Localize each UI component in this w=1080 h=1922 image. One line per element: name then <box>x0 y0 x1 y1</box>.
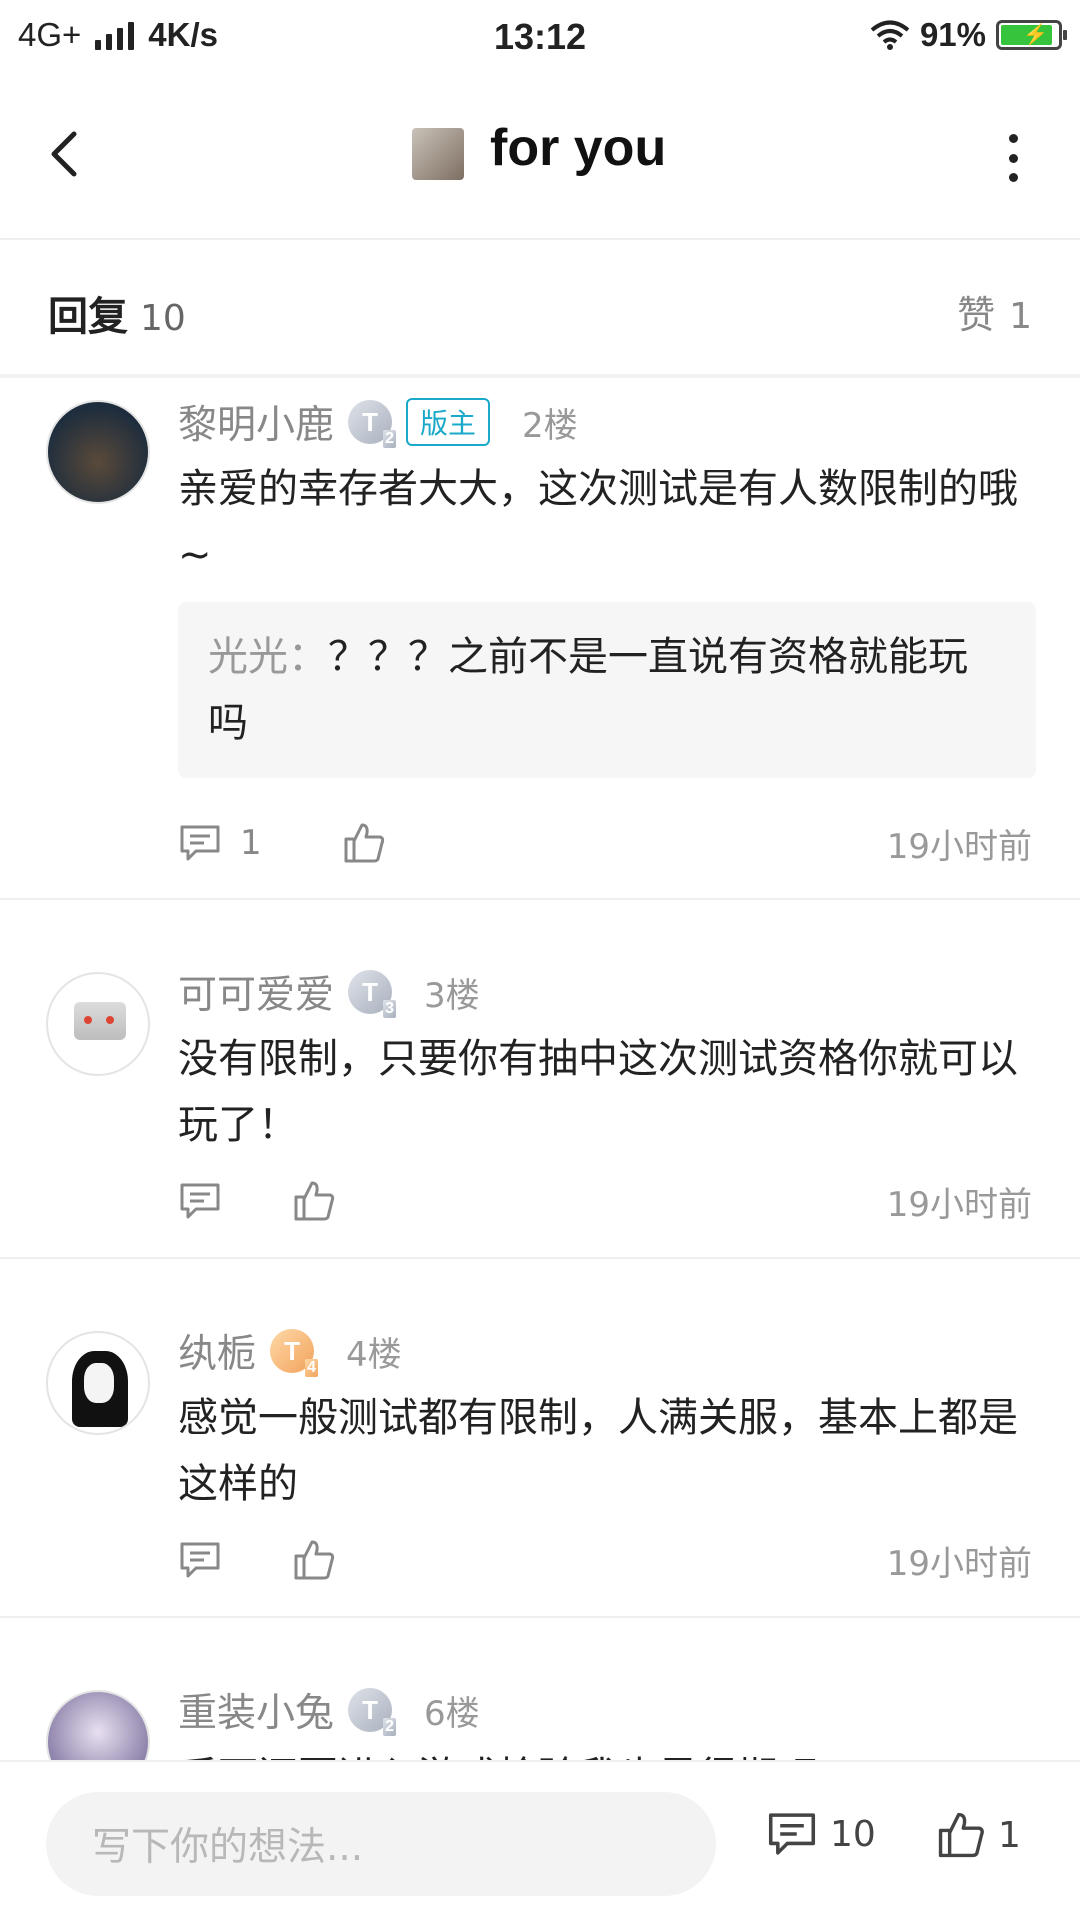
more-icon <box>1008 134 1018 143</box>
author-avatar[interactable] <box>412 128 464 180</box>
thumbs-up-icon <box>294 1540 335 1580</box>
avatar[interactable] <box>46 1690 150 1760</box>
avatar[interactable] <box>46 972 150 1076</box>
level-letter: T <box>284 1335 300 1366</box>
header: for you <box>0 76 1080 240</box>
comment-header: 黎明小鹿 T2 版主 2楼 <box>178 396 578 448</box>
level-number: 2 <box>383 1718 397 1736</box>
comment-text: 感觉一般测试都有限制，人满关服，基本上都是这样的 <box>178 1395 1018 1507</box>
quote-author: 光光： <box>208 634 328 680</box>
more-options-button[interactable] <box>998 134 1028 182</box>
page-title: for you <box>490 119 667 177</box>
wifi-icon <box>870 20 910 50</box>
username[interactable]: 黎明小鹿 <box>178 394 334 450</box>
username[interactable]: 可可爱爱 <box>178 964 334 1020</box>
comment-item: 黎明小鹿 T2 版主 2楼 亲爱的幸存者大大，这次测试是有人数限制的哦~ 光光：… <box>0 376 1080 900</box>
timestamp: 19小时前 <box>886 1184 1032 1225</box>
battery-icon: ⚡ <box>996 20 1067 50</box>
like-button[interactable] <box>292 1179 336 1223</box>
comment-header: 重装小兔 T2 6楼 <box>178 1684 480 1736</box>
comment-text: 亲爱的幸存者大大，这次测试是有人数限制的哦~ <box>178 466 1018 578</box>
level-badge: T4 <box>270 1329 319 1377</box>
thumbs-up-icon <box>344 823 384 863</box>
floor-number: 3楼 <box>424 975 480 1016</box>
level-letter: T <box>362 1694 378 1725</box>
timestamp: 19小时前 <box>886 826 1032 867</box>
thumbs-up-icon <box>294 1181 335 1221</box>
reply-button[interactable]: 1 <box>178 823 262 863</box>
floor-number: 6楼 <box>424 1693 480 1734</box>
avatar[interactable] <box>46 400 150 504</box>
timestamp: 19小时前 <box>886 1543 1032 1584</box>
level-number: 3 <box>383 1000 397 1018</box>
username[interactable]: 纨栀 <box>178 1323 256 1379</box>
comment-input[interactable]: 写下你的想法... <box>46 1792 716 1896</box>
reply-button[interactable] <box>178 1181 222 1221</box>
like-button[interactable] <box>342 821 386 865</box>
reply-button[interactable] <box>178 1540 222 1580</box>
battery-percent: 91% <box>919 16 986 53</box>
comment-item: 纨栀 T4 4楼 感觉一般测试都有限制，人满关服，基本上都是这样的 19小时前 <box>0 1259 1080 1618</box>
level-letter: T <box>362 976 378 1007</box>
reply-label: 回复 <box>48 294 128 340</box>
comment-actions: 19小时前 <box>178 1535 1032 1585</box>
level-badge: T2 <box>348 400 397 448</box>
thumbs-up-icon <box>938 1812 984 1858</box>
floor-number: 2楼 <box>522 405 578 446</box>
comment-icon <box>180 1542 220 1578</box>
comment-icon <box>768 1813 816 1855</box>
moderator-badge: 版主 <box>406 398 491 446</box>
floor-number: 4楼 <box>346 1334 402 1375</box>
comment-icon <box>180 825 220 861</box>
comments-button[interactable]: 10 <box>766 1810 876 1858</box>
status-bar: 4G+ 4K/s 13:12 91% ⚡ <box>0 0 1080 76</box>
level-number: 2 <box>383 430 397 448</box>
like-post-button[interactable]: 1 <box>936 1810 1021 1860</box>
username[interactable]: 重装小兔 <box>178 1682 334 1738</box>
reply-tab[interactable]: 回复 10 <box>48 284 186 342</box>
like-total: 1 <box>998 1814 1021 1856</box>
comment-header: 可可爱爱 T3 3楼 <box>178 966 480 1018</box>
like-count: 1 <box>1009 296 1032 337</box>
status-right: 91% ⚡ <box>870 16 1067 54</box>
comment-header: 纨栀 T4 4楼 <box>178 1325 402 1377</box>
like-tab[interactable]: 赞1 <box>957 284 1032 339</box>
like-label: 赞 <box>957 293 996 337</box>
comment-item: 重装小兔 T2 6楼 后面还要进入游戏检验我也是很期吧 <box>0 1618 1080 1760</box>
comment-actions: 19小时前 <box>178 1176 1032 1226</box>
comment-total: 10 <box>830 1813 876 1855</box>
stats-bar: 回复 10 赞1 <box>0 240 1080 378</box>
comment-item: 可可爱爱 T3 3楼 没有限制，只要你有抽中这次测试资格你就可以玩了！ 19小时… <box>0 900 1080 1259</box>
comment-icon <box>180 1183 220 1219</box>
avatar[interactable] <box>46 1331 150 1435</box>
reply-count: 1 <box>240 823 262 863</box>
level-number: 4 <box>305 1359 319 1377</box>
level-letter: T <box>362 406 378 437</box>
reply-count: 10 <box>140 298 186 339</box>
bottom-bar: 写下你的想法... 10 1 <box>0 1760 1080 1922</box>
quoted-reply[interactable]: 光光：？？？之前不是一直说有资格就能玩吗 <box>178 602 1036 778</box>
level-badge: T3 <box>348 970 397 1018</box>
chevron-left-icon <box>51 131 77 177</box>
back-button[interactable] <box>40 118 100 190</box>
comment-text: 后面还要进入游戏检验我也是很期吧 <box>178 1744 1038 1760</box>
level-badge: T2 <box>348 1688 397 1736</box>
comment-text: 没有限制，只要你有抽中这次测试资格你就可以玩了！ <box>178 1036 1018 1148</box>
like-button[interactable] <box>292 1538 336 1582</box>
comment-actions: 1 19小时前 <box>178 818 1032 868</box>
